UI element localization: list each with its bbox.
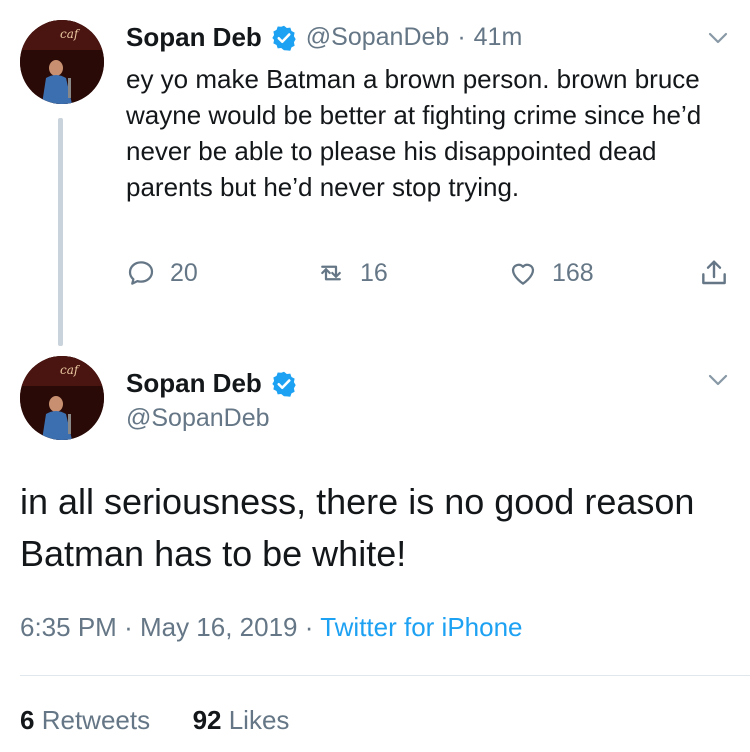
tweet-source-link[interactable]: Twitter for iPhone [320,612,522,642]
avatar[interactable]: caf [20,20,104,104]
svg-text:caf: caf [60,27,81,41]
likes-stat[interactable]: 92 Likes [193,705,290,735]
dot-separator: · [457,23,466,51]
reply-icon [128,261,154,285]
verified-badge-icon [270,370,298,398]
retweets-count: 6 [20,705,35,735]
thread-line [58,118,63,346]
chevron-down-icon[interactable] [706,26,730,50]
handle[interactable]: @SopanDeb [306,23,450,52]
retweets-stat[interactable]: 6 Retweets [20,705,150,735]
retweet-icon [321,265,341,281]
dot-separator: · [304,612,314,642]
verified-badge-icon [270,24,298,52]
like-button[interactable]: 168 [508,258,594,288]
tweet-time: 6:35 PM [20,612,117,642]
likes-count: 92 [192,705,222,735]
display-name[interactable]: Sopan Deb [126,22,262,53]
like-count: 168 [552,258,594,287]
dot-separator: · [124,612,133,642]
svg-text:caf: caf [60,363,81,377]
divider [20,675,750,676]
tweet-date: May 16, 2019 [139,612,298,642]
reply-count: 20 [170,258,198,287]
avatar[interactable]: caf [20,356,104,440]
tweet-header: Sopan Deb @SopanDeb · 41m [126,22,522,53]
retweet-count: 16 [360,258,388,287]
tweet-stats: 6 Retweets 92 Likes [20,705,289,736]
display-name[interactable]: Sopan Deb [126,368,262,399]
retweets-label: Retweets [41,705,151,735]
chevron-down-icon[interactable] [706,368,730,392]
tweet-text: ey yo make Batman a brown person. brown … [126,64,702,202]
retweet-button[interactable]: 16 [316,258,388,288]
tweet-text: in all seriousness, there is no good rea… [20,481,695,574]
handle[interactable]: @SopanDeb [126,404,270,433]
heart-icon [511,263,535,285]
likes-label: Likes [228,705,290,735]
tweet-header: Sopan Deb [126,368,298,399]
reply-button[interactable]: 20 [126,258,198,288]
share-icon[interactable] [698,257,730,289]
timestamp[interactable]: 41m [474,23,523,52]
tweet-meta: 6:35 PM · May 16, 2019 · Twitter for iPh… [20,612,523,643]
